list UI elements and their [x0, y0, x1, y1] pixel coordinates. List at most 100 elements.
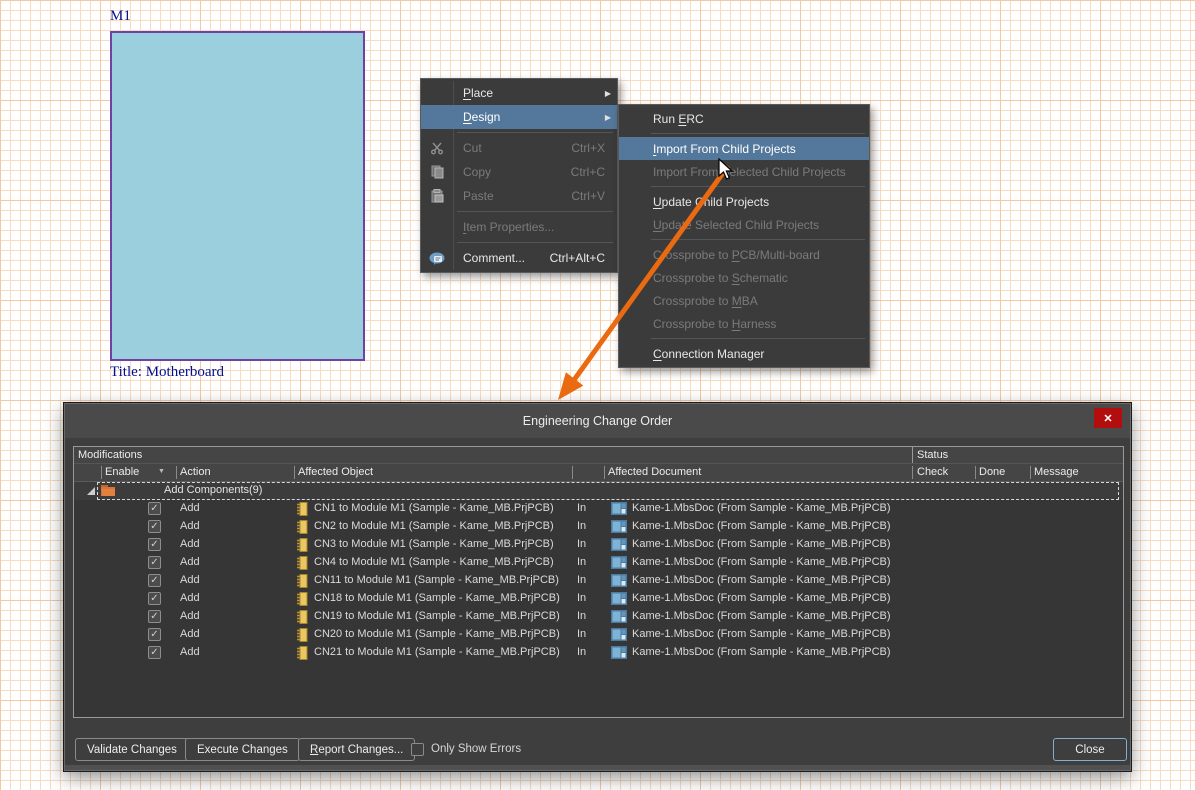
menu-separator	[651, 186, 865, 187]
menu-item-design[interactable]: Design▶	[421, 105, 617, 129]
filter-dropdown-icon[interactable]: ▼	[158, 468, 165, 475]
module-m1-block[interactable]	[110, 31, 365, 361]
row-affected-document: Kame-1.MbsDoc (From Sample - Kame_MB.Prj…	[632, 574, 891, 586]
menu-item-shortcut: Ctrl+C	[571, 165, 617, 179]
column-separator	[975, 466, 976, 479]
report-changes-button[interactable]: Report Changes...	[298, 738, 415, 761]
eco-change-row[interactable]: ✓AddCN21 to Module M1 (Sample - Kame_MB.…	[74, 644, 1123, 662]
row-enable-checkbox[interactable]: ✓	[148, 628, 161, 641]
row-affected-object: CN20 to Module M1 (Sample - Kame_MB.PrjP…	[314, 628, 560, 640]
eco-change-row[interactable]: ✓AddCN11 to Module M1 (Sample - Kame_MB.…	[74, 572, 1123, 590]
close-icon[interactable]: ✕	[1094, 408, 1122, 428]
dialog-titlebar[interactable]: Engineering Change Order ✕	[65, 404, 1130, 438]
menu-item-item-properties[interactable]: Item Properties...	[421, 215, 617, 239]
paste-icon	[427, 184, 447, 208]
submenu-arrow-icon: ▶	[605, 89, 611, 98]
menu-item-place[interactable]: Place▶	[421, 81, 617, 105]
row-enable-checkbox[interactable]: ✓	[148, 520, 161, 533]
menu-separator	[651, 338, 865, 339]
row-action: Add	[180, 628, 200, 640]
document-icon	[611, 502, 627, 518]
submenu-item-update-child-projects[interactable]: Update Child Projects	[619, 190, 869, 213]
submenu-item-update-selected-child-projects[interactable]: Update Selected Child Projects	[619, 213, 869, 236]
column-header-action[interactable]: Action	[180, 466, 211, 478]
submenu-item-connection-manager[interactable]: Connection Manager	[619, 342, 869, 365]
execute-changes-button[interactable]: Execute Changes	[185, 738, 300, 761]
row-enable-checkbox[interactable]: ✓	[148, 646, 161, 659]
row-enable-checkbox[interactable]: ✓	[148, 556, 161, 569]
row-affected-object: CN3 to Module M1 (Sample - Kame_MB.PrjPC…	[314, 538, 554, 550]
row-affected-object: CN2 to Module M1 (Sample - Kame_MB.PrjPC…	[314, 520, 554, 532]
menu-item-comment[interactable]: Comment...Ctrl+Alt+C	[421, 246, 617, 270]
menu-item-label: Crossprobe to MBA	[653, 294, 758, 308]
row-enable-checkbox[interactable]: ✓	[148, 538, 161, 551]
row-affected-object: CN11 to Module M1 (Sample - Kame_MB.PrjP…	[314, 574, 559, 586]
table-section-band: Modifications Status	[74, 447, 1123, 464]
context-menu: Place▶Design▶CutCtrl+XCopyCtrl+CPasteCtr…	[420, 78, 618, 273]
menu-separator	[457, 132, 613, 133]
submenu-item-run-erc[interactable]: Run ERC	[619, 107, 869, 130]
only-show-errors-label: Only Show Errors	[431, 743, 521, 755]
row-scope: In	[577, 628, 586, 640]
document-icon	[611, 574, 627, 590]
column-header-message[interactable]: Message	[1034, 466, 1079, 478]
row-enable-checkbox[interactable]: ✓	[148, 574, 161, 587]
component-icon	[297, 592, 309, 609]
eco-change-row[interactable]: ✓ Add CN19 to Module M1 (Sample - Kame_MB.…	[74, 608, 1123, 626]
row-enable-checkbox[interactable]: ✓	[148, 592, 161, 605]
collapse-expander-icon[interactable]	[87, 487, 96, 499]
submenu-item-crossprobe-schematic[interactable]: Crossprobe to Schematic	[619, 266, 869, 289]
row-scope: In	[577, 610, 586, 622]
row-affected-object: CN19 to Module M1 (Sample - Kame_MB.PrjP…	[314, 610, 560, 622]
column-header-affected-document[interactable]: Affected Document	[608, 466, 701, 478]
row-action: Add	[180, 610, 200, 622]
menu-item-label: Design	[463, 110, 500, 124]
row-enable-checkbox[interactable]: ✓	[148, 610, 161, 623]
eco-change-row[interactable]: ✓AddCN18 to Module M1 (Sample - Kame_MB.…	[74, 590, 1123, 608]
menu-item-cut[interactable]: CutCtrl+X	[421, 136, 617, 160]
column-separator	[101, 466, 102, 479]
column-header-check[interactable]: Check	[917, 466, 948, 478]
row-enable-checkbox[interactable]: ✓	[148, 502, 161, 515]
submenu-item-import-from-child-projects[interactable]: Import From Child Projects	[619, 137, 869, 160]
menu-item-label: Update Child Projects	[653, 195, 769, 209]
column-header-enable[interactable]: Enable	[105, 466, 139, 478]
close-button[interactable]: Close	[1053, 738, 1127, 761]
menu-item-shortcut: Ctrl+X	[571, 141, 617, 155]
menu-item-copy[interactable]: Copy Ctrl+C	[421, 160, 617, 184]
submenu-item-crossprobe-harness[interactable]: Crossprobe to Harness	[619, 312, 869, 335]
eco-change-row[interactable]: ✓AddCN1 to Module M1 (Sample - Kame_MB.P…	[74, 500, 1123, 518]
menu-separator	[457, 242, 613, 243]
column-separator	[1030, 466, 1031, 479]
row-affected-document: Kame-1.MbsDoc (From Sample - Kame_MB.Prj…	[632, 610, 891, 622]
only-show-errors-checkbox[interactable]	[411, 743, 424, 756]
comment-icon	[427, 246, 447, 270]
eco-change-row[interactable]: ✓ Add CN3 to Module M1 (Sample - Kame_MB.P…	[74, 536, 1123, 554]
folder-icon	[101, 484, 116, 500]
menu-item-label: Crossprobe to PCB/Multi-board	[653, 248, 820, 262]
row-scope: In	[577, 646, 586, 658]
module-title: Title: Motherboard	[110, 364, 224, 381]
eco-change-row[interactable]: ✓ Add CN20 to Module M1 (Sample - Kame_MB.…	[74, 626, 1123, 644]
submenu-item-import-from-selected-child-projects[interactable]: Import From Selected Child Projects	[619, 160, 869, 183]
menu-item-label: Copy	[463, 165, 491, 179]
row-action: Add	[180, 520, 200, 532]
validate-changes-button[interactable]: Validate Changes	[75, 738, 189, 761]
column-header-done[interactable]: Done	[979, 466, 1005, 478]
menu-separator	[457, 211, 613, 212]
eco-change-row[interactable]: ✓AddCN4 to Module M1 (Sample - Kame_MB.P…	[74, 554, 1123, 572]
row-action: Add	[180, 592, 200, 604]
eco-change-row[interactable]: ✓ Add CN2 to Module M1 (Sample - Kame_MB.P…	[74, 518, 1123, 536]
submenu-item-crossprobe-pcb[interactable]: Crossprobe to PCB/Multi-board	[619, 243, 869, 266]
menu-item-paste[interactable]: PasteCtrl+V	[421, 184, 617, 208]
submenu-item-crossprobe-mba[interactable]: Crossprobe to MBA	[619, 289, 869, 312]
column-header-affected-object[interactable]: Affected Object	[298, 466, 373, 478]
row-action: Add	[180, 538, 200, 550]
row-scope: In	[577, 592, 586, 604]
row-scope: In	[577, 538, 586, 550]
document-icon	[611, 538, 627, 554]
menu-item-label: Crossprobe to Harness	[653, 317, 776, 331]
design-submenu: Run ERC Import From Child ProjectsImport …	[618, 104, 870, 368]
group-row-add-components[interactable]: Add Components(9)	[74, 482, 1123, 500]
column-separator	[176, 466, 177, 479]
